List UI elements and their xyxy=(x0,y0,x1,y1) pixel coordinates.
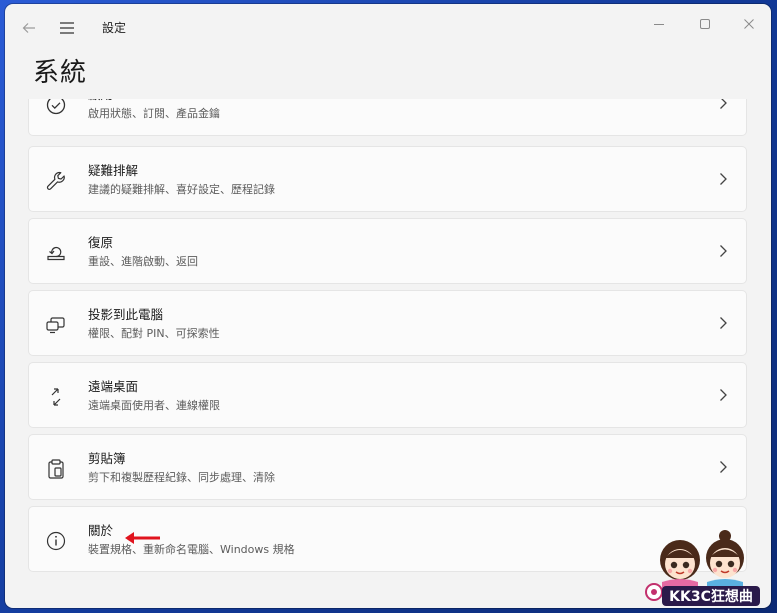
chevron-right-icon xyxy=(720,173,727,185)
setting-title: 遠端桌面 xyxy=(88,379,139,394)
setting-title: 關於 xyxy=(88,523,114,538)
chevron-right-icon xyxy=(720,99,727,109)
setting-subtitle: 剪下和複製歷程紀錄、同步處理、清除 xyxy=(88,471,275,484)
svg-text:KK3C狂想曲: KK3C狂想曲 xyxy=(669,588,753,605)
setting-title: 剪貼簿 xyxy=(88,451,126,466)
setting-project-to-pc[interactable]: 投影到此電腦 權限、配對 PIN、可探索性 xyxy=(28,290,747,356)
close-button[interactable] xyxy=(727,10,771,38)
chevron-right-icon xyxy=(720,245,727,257)
setting-subtitle: 遠端桌面使用者、連線權限 xyxy=(88,399,220,412)
page-title: 系統 xyxy=(33,58,88,88)
wrench-icon xyxy=(46,171,65,190)
setting-activation[interactable]: 啟用 啟用狀態、訂閱、產品金鑰 xyxy=(28,99,747,136)
setting-subtitle: 建議的疑難排解、喜好設定、歷程記錄 xyxy=(88,183,275,196)
maximize-icon xyxy=(700,19,710,29)
setting-subtitle: 裝置規格、重新命名電腦、Windows 規格 xyxy=(88,543,295,556)
setting-title: 疑難排解 xyxy=(88,163,139,178)
chevron-right-icon xyxy=(720,317,727,329)
recovery-icon xyxy=(47,246,65,261)
check-circle-icon xyxy=(46,99,66,115)
setting-troubleshoot[interactable]: 疑難排解 建議的疑難排解、喜好設定、歷程記錄 xyxy=(28,146,747,212)
setting-subtitle: 啟用狀態、訂閱、產品金鑰 xyxy=(88,107,220,120)
setting-recovery[interactable]: 復原 重設、進階啟動、返回 xyxy=(28,218,747,284)
back-button[interactable] xyxy=(17,16,41,40)
clipboard-icon xyxy=(48,459,64,479)
setting-title: 復原 xyxy=(88,235,114,250)
maximize-button[interactable] xyxy=(683,10,727,38)
chevron-right-icon xyxy=(720,389,727,401)
setting-subtitle: 權限、配對 PIN、可探索性 xyxy=(88,327,220,340)
setting-title: 啟用 xyxy=(88,99,113,103)
app-title: 設定 xyxy=(102,21,127,35)
chevron-right-icon xyxy=(720,461,727,473)
close-icon xyxy=(744,19,754,29)
setting-subtitle: 重設、進階啟動、返回 xyxy=(88,255,198,268)
menu-button[interactable] xyxy=(55,16,79,40)
settings-window: 設定 系統 啟用 啟用狀態、訂閱、產品金鑰 疑難排解 建議的疑難排解、喜好設定、… xyxy=(5,4,771,608)
back-arrow-icon xyxy=(22,23,35,33)
setting-remote-desktop[interactable]: 遠端桌面 遠端桌面使用者、連線權限 xyxy=(28,362,747,428)
minimize-icon xyxy=(654,24,664,25)
kk3c-watermark-logo: KK3C狂想曲 xyxy=(645,530,760,606)
remote-desktop-icon xyxy=(51,388,61,406)
setting-clipboard[interactable]: 剪貼簿 剪下和複製歷程紀錄、同步處理、清除 xyxy=(28,434,747,500)
title-bar: 設定 xyxy=(5,4,771,50)
setting-title: 投影到此電腦 xyxy=(88,307,164,322)
hamburger-icon xyxy=(60,22,74,34)
minimize-button[interactable] xyxy=(637,10,681,38)
info-icon xyxy=(46,531,66,551)
project-icon xyxy=(46,317,65,334)
red-arrow-annotation xyxy=(125,532,160,544)
